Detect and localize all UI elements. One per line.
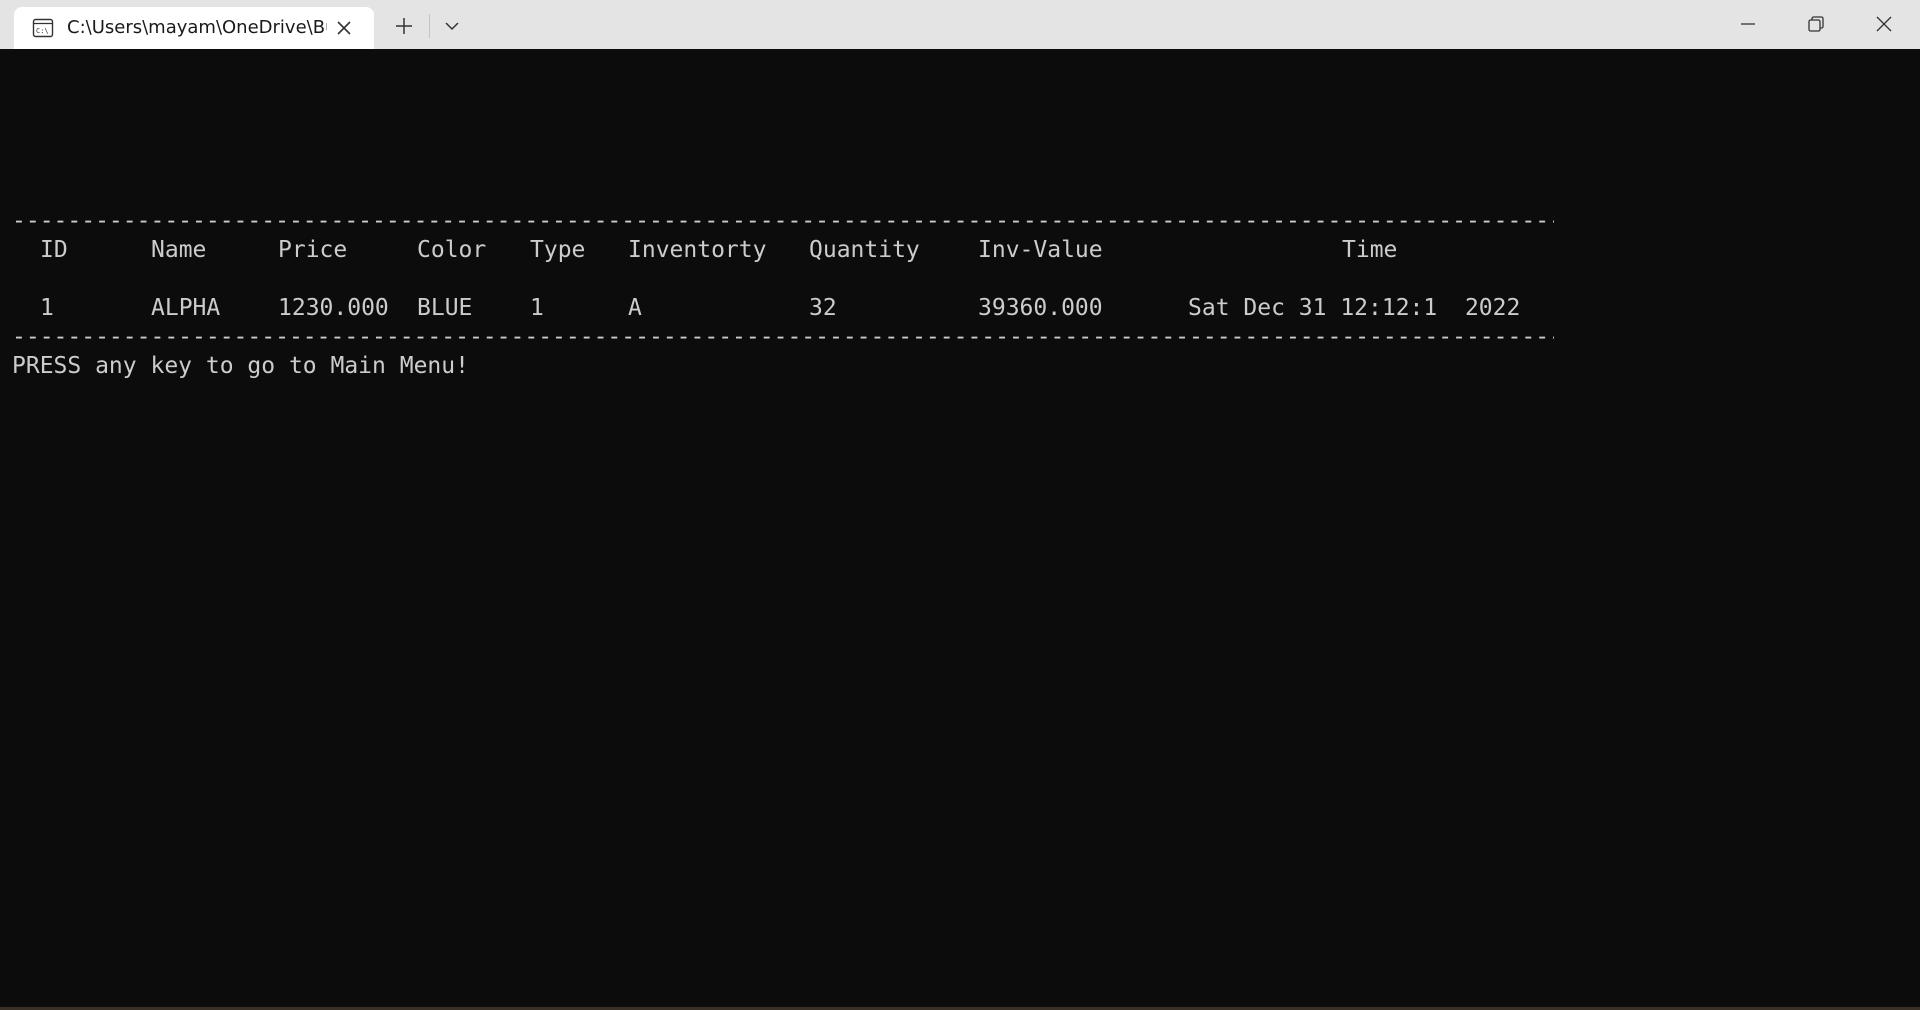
svg-text:C:\: C:\ [36, 27, 49, 35]
console-output[interactable]: ----------------------------------------… [0, 49, 1920, 1010]
terminal-tab[interactable]: C:\ C:\Users\mayam\OneDrive\Bu [14, 7, 374, 49]
new-tab-button[interactable] [390, 12, 418, 40]
restore-button[interactable] [1782, 0, 1850, 48]
minimize-icon [1741, 23, 1755, 25]
cell-type: 1 [530, 295, 544, 321]
cell-inv-value: 39360.000 [978, 295, 1103, 321]
cell-quantity: 32 [809, 295, 837, 321]
prompt-text: PRESS any key to go to Main Menu! [12, 353, 469, 379]
cell-inventory: A [628, 295, 642, 321]
header-type: Type [530, 237, 586, 263]
title-bar: C:\ C:\Users\mayam\OneDrive\Bu [0, 0, 1920, 49]
tab-title: C:\Users\mayam\OneDrive\Bu [67, 17, 327, 38]
separator-bottom: ----------------------------------------… [12, 324, 1554, 350]
close-icon [1876, 16, 1892, 32]
header-inventory: Inventorty [628, 237, 767, 263]
restore-icon [1808, 16, 1824, 32]
close-tab-icon[interactable] [332, 16, 356, 40]
cell-name: ALPHA [151, 295, 221, 321]
terminal-icon: C:\ [31, 16, 55, 40]
cell-color: BLUE [417, 295, 473, 321]
header-time: Time [1342, 237, 1398, 263]
close-window-button[interactable] [1850, 0, 1918, 48]
header-name: Name [151, 237, 207, 263]
header-color: Color [417, 237, 487, 263]
header-inv-value: Inv-Value [978, 237, 1103, 263]
cell-id: 1 [40, 295, 54, 321]
header-id: ID [40, 237, 68, 263]
chevron-down-icon[interactable] [438, 12, 466, 40]
header-quantity: Quantity [809, 237, 920, 263]
separator-top: ----------------------------------------… [12, 208, 1554, 234]
minimize-button[interactable] [1714, 0, 1782, 48]
cell-price: 1230.000 [278, 295, 389, 321]
tab-divider [429, 14, 430, 38]
header-price: Price [278, 237, 348, 263]
cell-time: Sat Dec 31 12:12:1 2022 [1188, 295, 1521, 321]
